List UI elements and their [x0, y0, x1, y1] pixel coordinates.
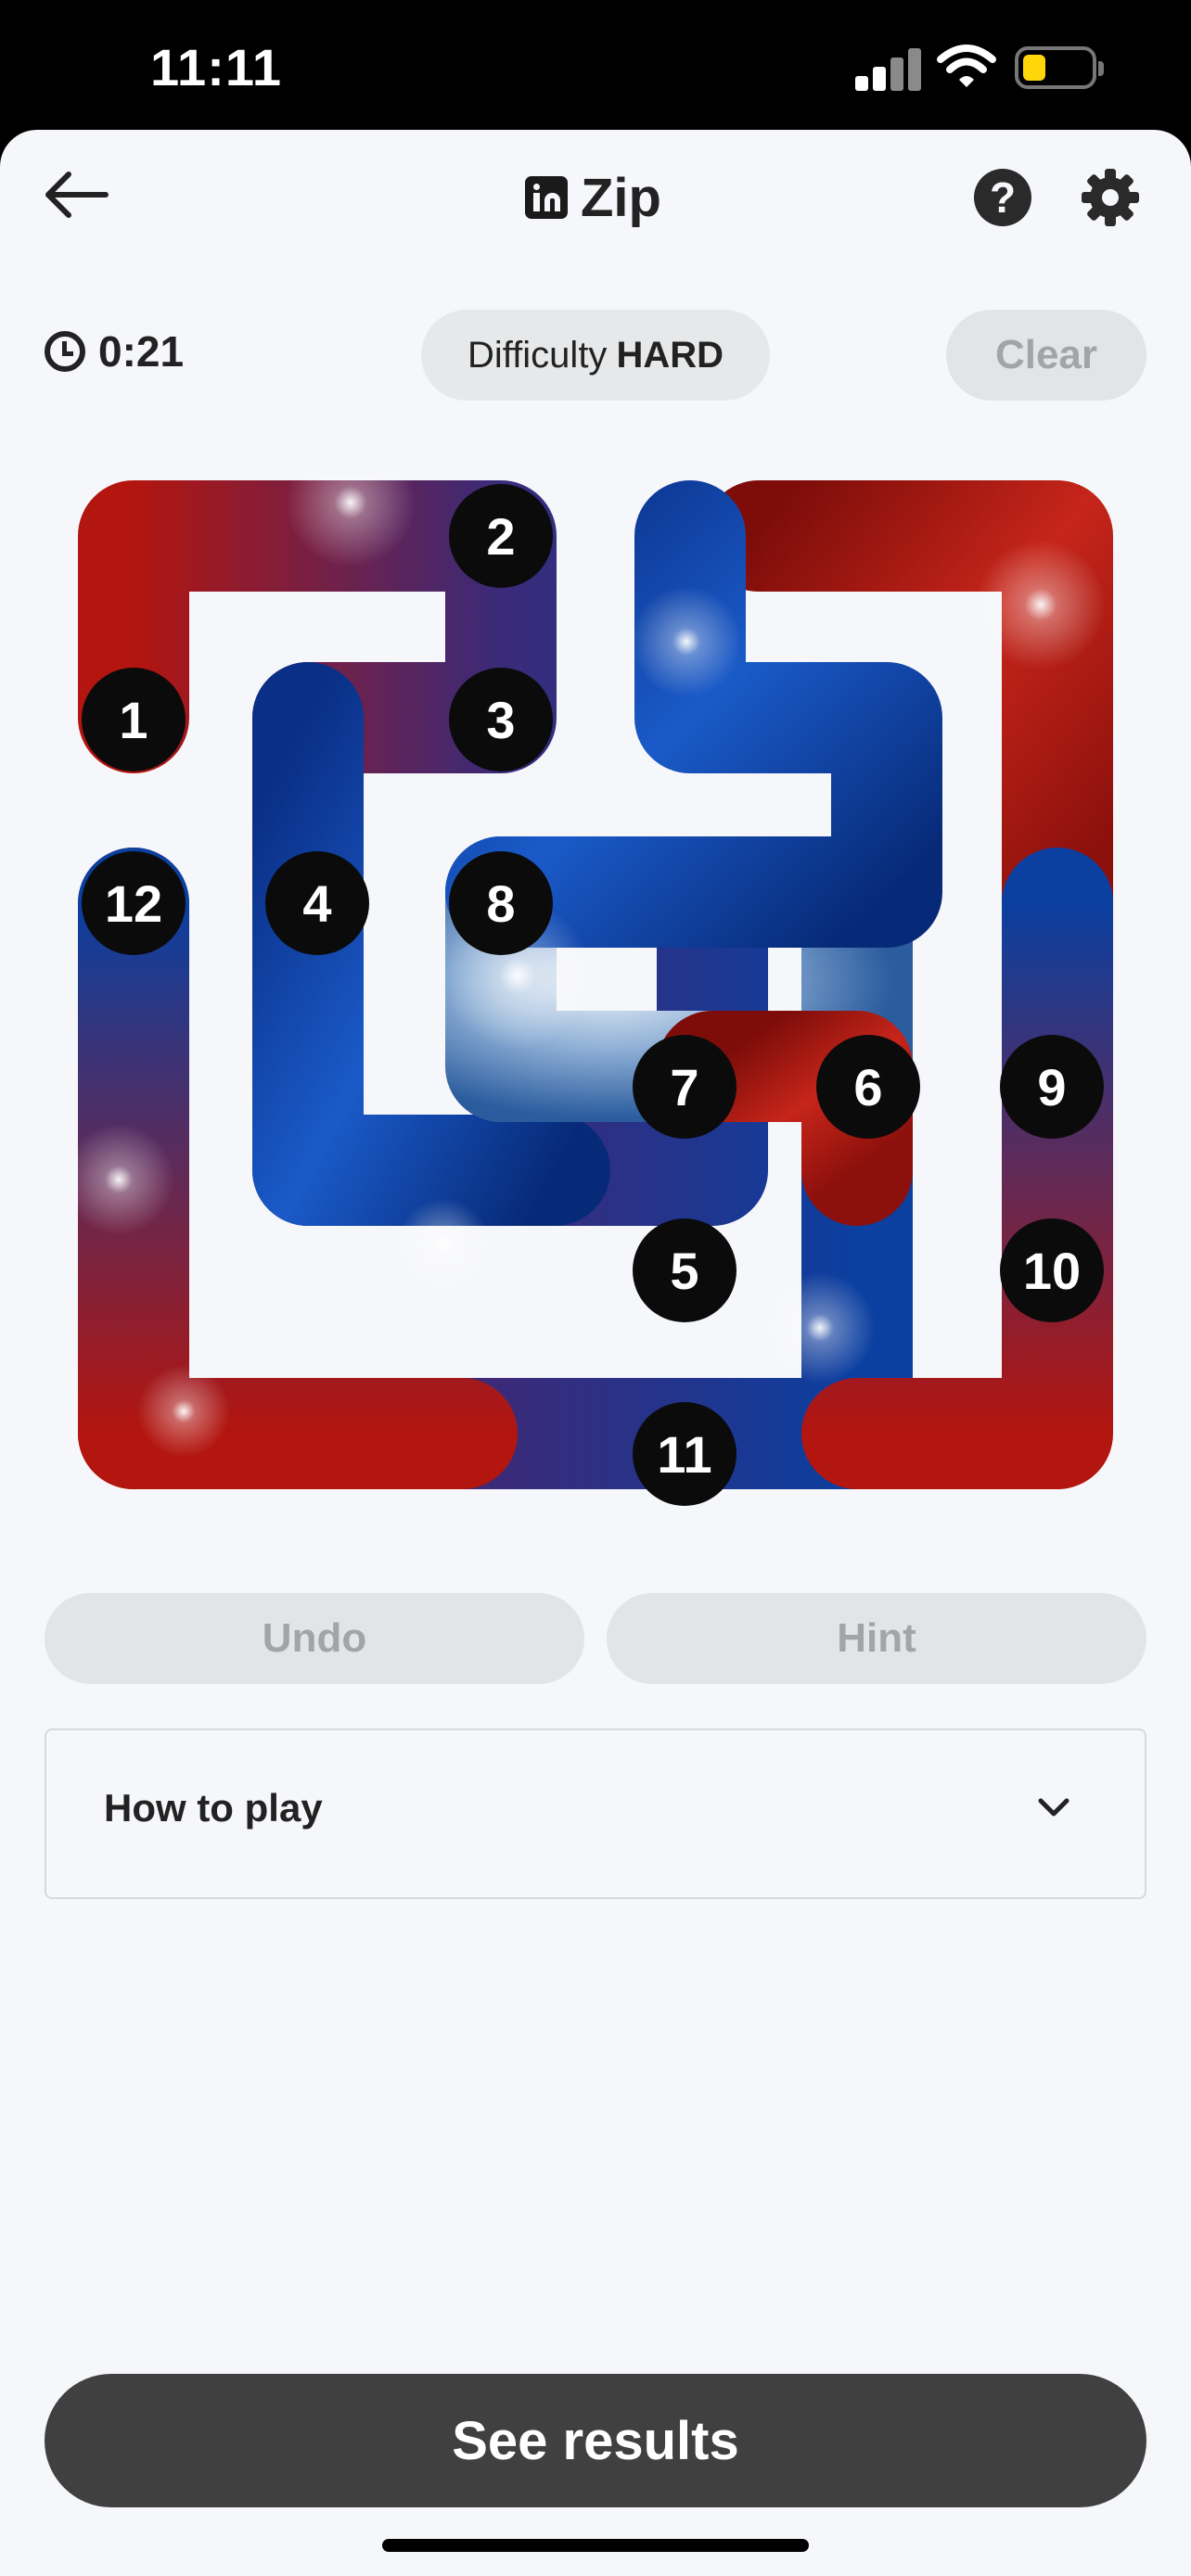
how-to-play-label: How to play — [104, 1786, 323, 1830]
see-results-button[interactable]: See results — [45, 2374, 1146, 2507]
puzzle-path — [63, 438, 1113, 1489]
battery-icon — [1015, 46, 1104, 89]
waypoint-10[interactable]: 10 — [1000, 1218, 1104, 1322]
difficulty-label: Difficulty — [467, 334, 608, 376]
waypoint-6[interactable]: 6 — [816, 1035, 920, 1139]
signal-icon — [855, 48, 921, 91]
page-title-text: Zip — [581, 167, 661, 228]
clock-icon — [45, 331, 85, 372]
wifi-icon — [937, 45, 996, 87]
how-to-play-accordion[interactable]: How to play — [45, 1728, 1146, 1899]
waypoint-9[interactable]: 9 — [1000, 1035, 1104, 1139]
gear-icon[interactable] — [1080, 167, 1141, 228]
waypoint-11[interactable]: 11 — [633, 1402, 736, 1506]
back-arrow-icon[interactable] — [41, 159, 111, 230]
difficulty-badge: Difficulty HARD — [421, 310, 770, 401]
status-bar: 11:11 — [0, 0, 1191, 130]
waypoint-5[interactable]: 5 — [633, 1218, 736, 1322]
home-indicator — [382, 2539, 809, 2552]
hint-button[interactable]: Hint — [607, 1593, 1146, 1684]
waypoint-3[interactable]: 3 — [449, 668, 553, 772]
waypoint-4[interactable]: 4 — [265, 851, 369, 955]
difficulty-value: HARD — [616, 334, 724, 376]
timer: 0:21 — [45, 326, 184, 376]
undo-button[interactable]: Undo — [45, 1593, 584, 1684]
waypoint-12[interactable]: 12 — [82, 851, 186, 955]
help-icon[interactable]: ? — [974, 169, 1031, 226]
chevron-down-icon — [1038, 1798, 1069, 1817]
clear-button[interactable]: Clear — [946, 310, 1146, 401]
timer-value: 0:21 — [98, 327, 185, 376]
waypoint-2[interactable]: 2 — [449, 484, 553, 588]
linkedin-logo-icon — [525, 176, 568, 219]
status-time: 11:11 — [150, 38, 283, 96]
waypoint-7[interactable]: 7 — [633, 1035, 736, 1139]
waypoint-8[interactable]: 8 — [449, 851, 553, 955]
page-title: Zip — [525, 165, 661, 230]
waypoint-1[interactable]: 1 — [82, 668, 186, 772]
puzzle-board[interactable] — [63, 438, 1119, 1521]
